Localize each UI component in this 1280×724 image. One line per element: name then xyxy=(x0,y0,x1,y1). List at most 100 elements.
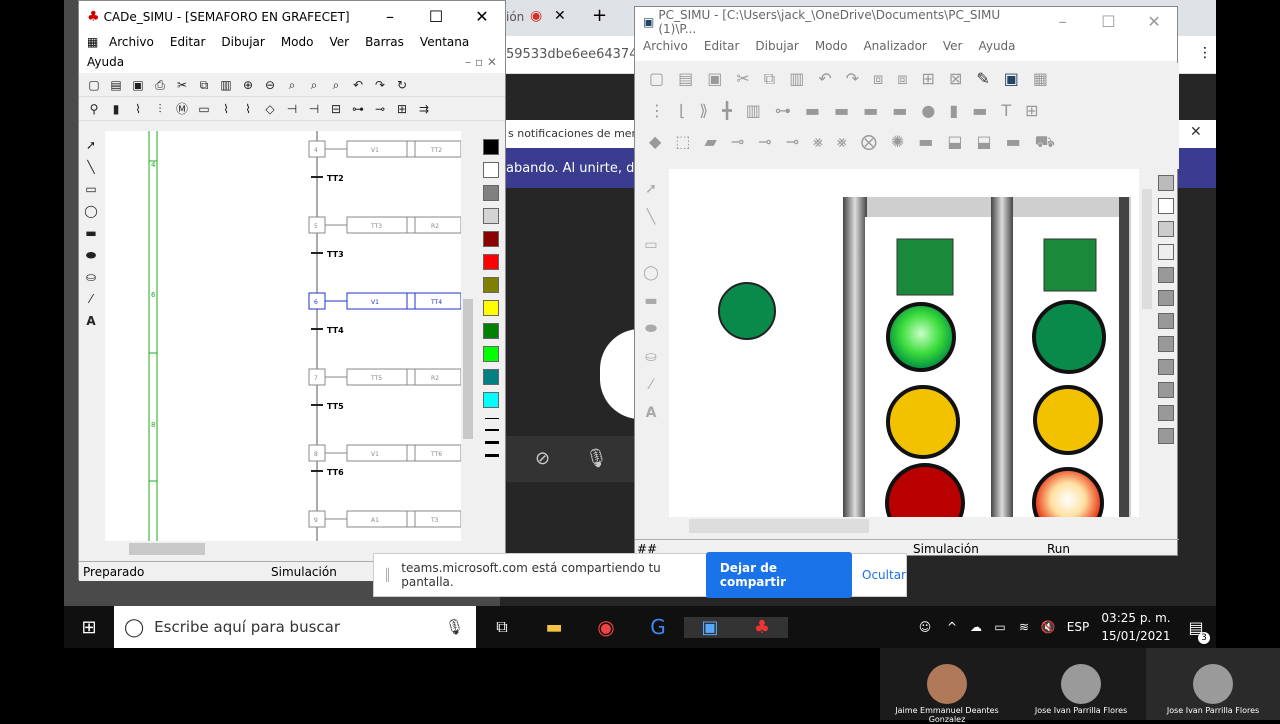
yellow-light-1[interactable] xyxy=(886,385,960,459)
menu-editar[interactable]: Editar xyxy=(696,37,748,61)
redo-icon[interactable]: ↷ xyxy=(846,69,859,89)
filled-ellipse-icon[interactable]: ⬬ xyxy=(82,247,100,263)
swatch[interactable] xyxy=(1158,359,1174,375)
panel-icon[interactable]: ▬ xyxy=(972,101,987,120)
cade-hscroll-thumb[interactable] xyxy=(129,543,205,555)
filled-ellipse-icon[interactable]: ⬬ xyxy=(635,321,667,337)
color-swatch[interactable] xyxy=(483,185,499,201)
mic-off-icon[interactable]: 🎙 xyxy=(585,448,608,469)
windows-start-icon[interactable]: ⊞ xyxy=(64,617,114,638)
tab-title[interactable]: ión xyxy=(506,10,524,24)
menu-barras[interactable]: Barras xyxy=(357,33,412,53)
swatch[interactable] xyxy=(1158,267,1174,283)
taskbar-search[interactable]: ◯ Escribe aquí para buscar 🎙 xyxy=(114,606,476,648)
zoom-out-icon[interactable]: ⊖ xyxy=(261,77,279,93)
drag-handle-icon[interactable]: ║ xyxy=(384,568,391,582)
contact-nc-icon[interactable]: ⌇ xyxy=(239,101,257,117)
open-folder-icon[interactable]: ▤ xyxy=(107,77,125,93)
new-tab-icon[interactable]: + xyxy=(592,5,607,26)
gripper-icon[interactable]: ⨂ xyxy=(861,132,877,153)
contact-no-icon[interactable]: ⌇ xyxy=(217,101,235,117)
filled-rect-icon[interactable]: ▬ xyxy=(635,293,667,309)
indicator-lamp[interactable] xyxy=(718,282,776,340)
text-icon[interactable]: T xyxy=(1001,101,1011,120)
close-notice-icon[interactable]: ✕ xyxy=(1190,124,1202,140)
color-swatch[interactable] xyxy=(483,139,499,155)
maximize-icon[interactable]: ☐ xyxy=(413,2,459,32)
menu-modo[interactable]: Modo xyxy=(807,37,856,61)
pointer-icon[interactable]: ➚ xyxy=(635,181,667,197)
wifi-icon[interactable]: ≋ xyxy=(1012,620,1036,634)
line-thicker-icon[interactable] xyxy=(485,454,499,457)
participant-tile[interactable]: Jose Ivan Parrilla Flores xyxy=(1014,648,1148,720)
valve-icon[interactable]: ⨳ xyxy=(837,132,847,153)
pedestrian-signal-1[interactable] xyxy=(896,238,954,296)
spring-icon[interactable]: ⟫ xyxy=(699,101,708,120)
zoom-in-icon[interactable]: ⊕ xyxy=(239,77,257,93)
menu-dibujar[interactable]: Dibujar xyxy=(213,33,272,53)
box-icon[interactable]: ⬚ xyxy=(675,132,690,153)
swatch[interactable] xyxy=(1158,428,1174,444)
truck-icon[interactable]: ⛟ xyxy=(1035,132,1055,153)
new-file-icon[interactable]: ▢ xyxy=(85,77,103,93)
sensor-icon[interactable]: ⬓ xyxy=(976,132,991,153)
io-icon[interactable]: ⊶ xyxy=(349,101,367,117)
close-tab-icon[interactable]: ✕ xyxy=(554,8,566,24)
paste-icon[interactable]: ▥ xyxy=(789,69,804,89)
contacts-icon[interactable]: ⫶ xyxy=(151,101,169,117)
plc-icon[interactable]: ▦ xyxy=(1033,69,1048,89)
color-swatch[interactable] xyxy=(483,162,499,178)
conveyor-icon[interactable]: ▰ xyxy=(704,132,716,153)
copy-icon[interactable]: ⧉ xyxy=(764,69,775,89)
color-swatch[interactable] xyxy=(483,323,499,339)
grid-x-icon[interactable]: ⊠ xyxy=(949,69,962,89)
menu-ver[interactable]: Ver xyxy=(935,37,971,61)
microphone-icon[interactable]: 🎙 xyxy=(445,618,464,636)
terminal-icon[interactable]: ⋮ xyxy=(649,101,665,120)
color-swatch[interactable] xyxy=(483,392,499,408)
swatch[interactable] xyxy=(1158,244,1174,260)
wire-icon[interactable]: ⌊ xyxy=(679,101,685,120)
shape-icon[interactable]: ◆ xyxy=(649,132,661,153)
copy-icon[interactable]: ⧉ xyxy=(195,77,213,93)
screen-icon[interactable]: ▬ xyxy=(918,132,933,153)
swatch[interactable] xyxy=(1158,405,1174,421)
google-icon[interactable]: G xyxy=(632,615,684,639)
color-swatch[interactable] xyxy=(483,277,499,293)
plc-icon[interactable]: ⊞ xyxy=(393,101,411,117)
line-thick-icon[interactable] xyxy=(485,441,499,444)
cade-vscroll[interactable] xyxy=(461,131,475,541)
distribute-icon[interactable]: ⧈ xyxy=(897,69,907,89)
zoom-window-icon[interactable]: ⌕ xyxy=(327,77,345,93)
notifications-icon[interactable]: ▤ 3 xyxy=(1176,618,1216,644)
color-swatch[interactable] xyxy=(483,346,499,362)
menu-archivo[interactable]: Archivo xyxy=(101,33,162,53)
line-thin-icon[interactable] xyxy=(485,418,499,419)
pc-vscroll[interactable] xyxy=(1139,169,1155,517)
save-icon[interactable]: ▣ xyxy=(129,77,147,93)
mute-icon[interactable]: 🔇 xyxy=(1036,620,1060,634)
cut-icon[interactable]: ✂ xyxy=(173,77,191,93)
pc-vscroll-thumb[interactable] xyxy=(1142,189,1152,309)
menu-editar[interactable]: Editar xyxy=(162,33,214,53)
cade-vscroll-thumb[interactable] xyxy=(463,299,473,439)
swatch[interactable] xyxy=(1158,290,1174,306)
menu-dibujar[interactable]: Dibujar xyxy=(747,37,806,61)
people-icon[interactable]: ☺ xyxy=(910,620,940,634)
column-icon[interactable]: ▮ xyxy=(949,101,958,120)
bus-icon[interactable]: ⇉ xyxy=(415,101,433,117)
menu-ventana[interactable]: Ventana xyxy=(412,33,477,53)
valve-icon[interactable]: ⨳ xyxy=(813,132,823,153)
participant-tile[interactable]: Jaime Emmanuel Deantes Gonzalez xyxy=(880,648,1014,724)
open-folder-icon[interactable]: ▤ xyxy=(678,69,693,89)
color-swatch[interactable] xyxy=(483,208,499,224)
color-swatch[interactable] xyxy=(483,300,499,316)
swatch[interactable] xyxy=(1158,336,1174,352)
red-light-2[interactable] xyxy=(1032,467,1104,517)
rectangle-icon[interactable]: ▭ xyxy=(635,237,667,253)
pc-hscroll[interactable] xyxy=(669,517,1139,535)
yellow-light-2[interactable] xyxy=(1033,385,1103,455)
fill-bucket-icon[interactable]: ⛀ xyxy=(82,269,100,285)
action-icon[interactable]: ⊟ xyxy=(327,101,345,117)
participant-tile[interactable]: Jose Ivan Parrilla Flores xyxy=(1146,648,1280,720)
